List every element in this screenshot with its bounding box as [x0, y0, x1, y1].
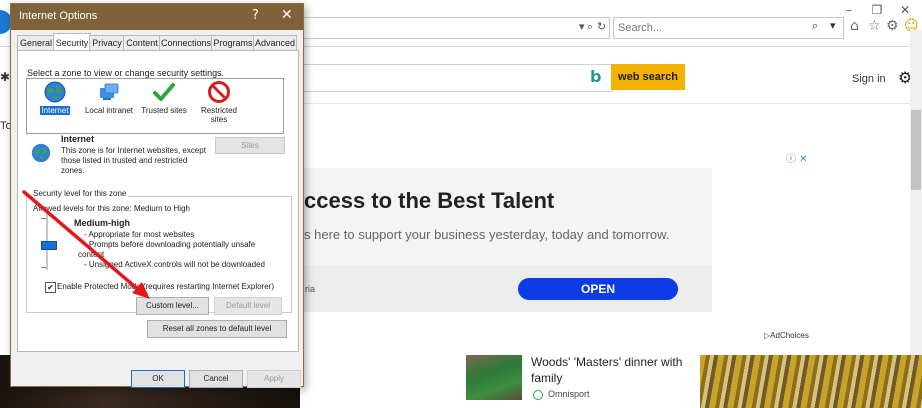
- search-icon[interactable]: ⌕: [812, 19, 818, 33]
- slider-tick: [41, 267, 46, 268]
- bing-logo-icon: b: [590, 67, 602, 86]
- help-button[interactable]: ?: [252, 8, 259, 23]
- zone-label: Restricted sites: [200, 106, 237, 124]
- security-level-group: [26, 196, 292, 313]
- zone-internet[interactable]: Internet: [27, 80, 83, 115]
- level-bullet: - Prompts before downloading potentially…: [84, 240, 256, 249]
- scrollbar-thumb[interactable]: [911, 110, 921, 190]
- ad-open-button[interactable]: OPEN: [518, 278, 678, 300]
- reset-all-zones-button[interactable]: Reset all zones to default level: [147, 320, 287, 338]
- cancel-button[interactable]: Cancel: [189, 370, 243, 388]
- allowed-levels-text: Allowed levels for this zone: Medium to …: [33, 204, 190, 213]
- news-thumbnail[interactable]: [466, 355, 522, 400]
- ad-subtext: s here to support your business yesterda…: [304, 227, 670, 242]
- scrollbar-track[interactable]: [910, 30, 922, 405]
- news-headline[interactable]: Woods' 'Masters' dinner with family: [531, 354, 691, 386]
- tab-privacy[interactable]: Privacy: [89, 35, 125, 51]
- home-icon[interactable]: ⌂: [850, 18, 859, 34]
- favorites-icon[interactable]: ☆: [868, 18, 881, 34]
- news-photo-right[interactable]: [700, 355, 922, 408]
- zone-name: Internet: [61, 134, 95, 144]
- browser-search-box[interactable]: ⌕ ▾: [613, 17, 844, 39]
- slider-thumb[interactable]: [41, 241, 57, 250]
- apply-button[interactable]: Apply: [247, 370, 301, 388]
- tab-advanced[interactable]: Advanced: [253, 35, 297, 51]
- ad-advertiser: ria: [305, 284, 316, 294]
- ad-headline[interactable]: ccess to the Best Talent: [304, 188, 554, 214]
- settings-icon[interactable]: ⚙: [886, 18, 899, 34]
- tab-programs[interactable]: Programs: [211, 35, 255, 51]
- maximize-button[interactable]: ❒: [866, 2, 888, 18]
- left-peek-icon: ✱: [0, 70, 11, 84]
- zone-description: This zone is for Internet websites, exce…: [61, 146, 206, 175]
- adchoices-link[interactable]: ▷AdChoices: [764, 331, 809, 340]
- news-source-icon: [533, 390, 543, 400]
- protected-mode-label[interactable]: Enable Protected Mode (requires restarti…: [57, 282, 274, 291]
- zone-restricted-sites[interactable]: Restricted sites: [191, 80, 247, 124]
- web-search-button[interactable]: web search: [611, 64, 685, 90]
- zone-label: Trusted sites: [141, 106, 187, 115]
- security-level-legend: Security level for this zone: [31, 189, 129, 198]
- dialog-titlebar[interactable]: Internet Options ? ✕: [11, 4, 303, 30]
- level-bullet: content: [78, 250, 105, 259]
- tab-general[interactable]: General: [17, 35, 55, 51]
- dialog-title: Internet Options: [19, 10, 98, 22]
- refresh-icon[interactable]: ↻: [597, 20, 606, 33]
- zone-trusted-sites[interactable]: Trusted sites: [136, 80, 192, 115]
- default-level-button[interactable]: Default level: [214, 297, 282, 315]
- address-dropdown-icon[interactable]: ▾: [579, 20, 585, 33]
- zone-prompt: Select a zone to view or change security…: [27, 68, 225, 78]
- zone-label: Local intranet: [84, 106, 134, 115]
- ok-button[interactable]: OK: [131, 370, 185, 388]
- browser-search-input[interactable]: [618, 20, 808, 35]
- no-entry-icon: [208, 81, 230, 103]
- address-search-icon[interactable]: ⌕: [587, 20, 593, 34]
- ad-info-icon[interactable]: ⓘ ✕: [786, 150, 808, 165]
- sign-in-link[interactable]: Sign in: [852, 73, 886, 85]
- zone-label: Internet: [40, 106, 70, 115]
- minimize-button[interactable]: –: [838, 2, 860, 18]
- dialog-close-button[interactable]: ✕: [281, 7, 293, 23]
- level-bullet: - Appropriate for most websites: [84, 230, 195, 239]
- globe-icon: [44, 81, 66, 103]
- internet-options-dialog: Internet Options ? ✕ General Security Pr…: [10, 3, 304, 388]
- page-divider: [300, 103, 910, 104]
- network-icon: [100, 83, 119, 100]
- level-bullet: - Unsigned ActiveX controls will not be …: [84, 260, 265, 269]
- slider-tick: [41, 218, 46, 219]
- protected-mode-checkbox[interactable]: ✔: [45, 282, 56, 293]
- zone-local-intranet[interactable]: Local intranet: [81, 80, 137, 115]
- address-bar[interactable]: ⌕ ▾ ↻: [300, 17, 610, 39]
- tab-content[interactable]: Content: [123, 35, 161, 51]
- news-source: Omnisport: [548, 389, 590, 399]
- bing-search-input[interactable]: [300, 64, 613, 92]
- tab-connections[interactable]: Connections: [159, 35, 213, 51]
- checkmark-icon: [153, 83, 175, 101]
- custom-level-button[interactable]: Custom level...: [136, 297, 209, 315]
- search-dropdown-icon[interactable]: ▾: [830, 19, 836, 32]
- level-name: Medium-high: [74, 218, 130, 228]
- close-window-button[interactable]: ✕: [894, 2, 916, 18]
- sites-button[interactable]: Sites: [215, 137, 285, 154]
- zone-globe-icon: [31, 143, 51, 163]
